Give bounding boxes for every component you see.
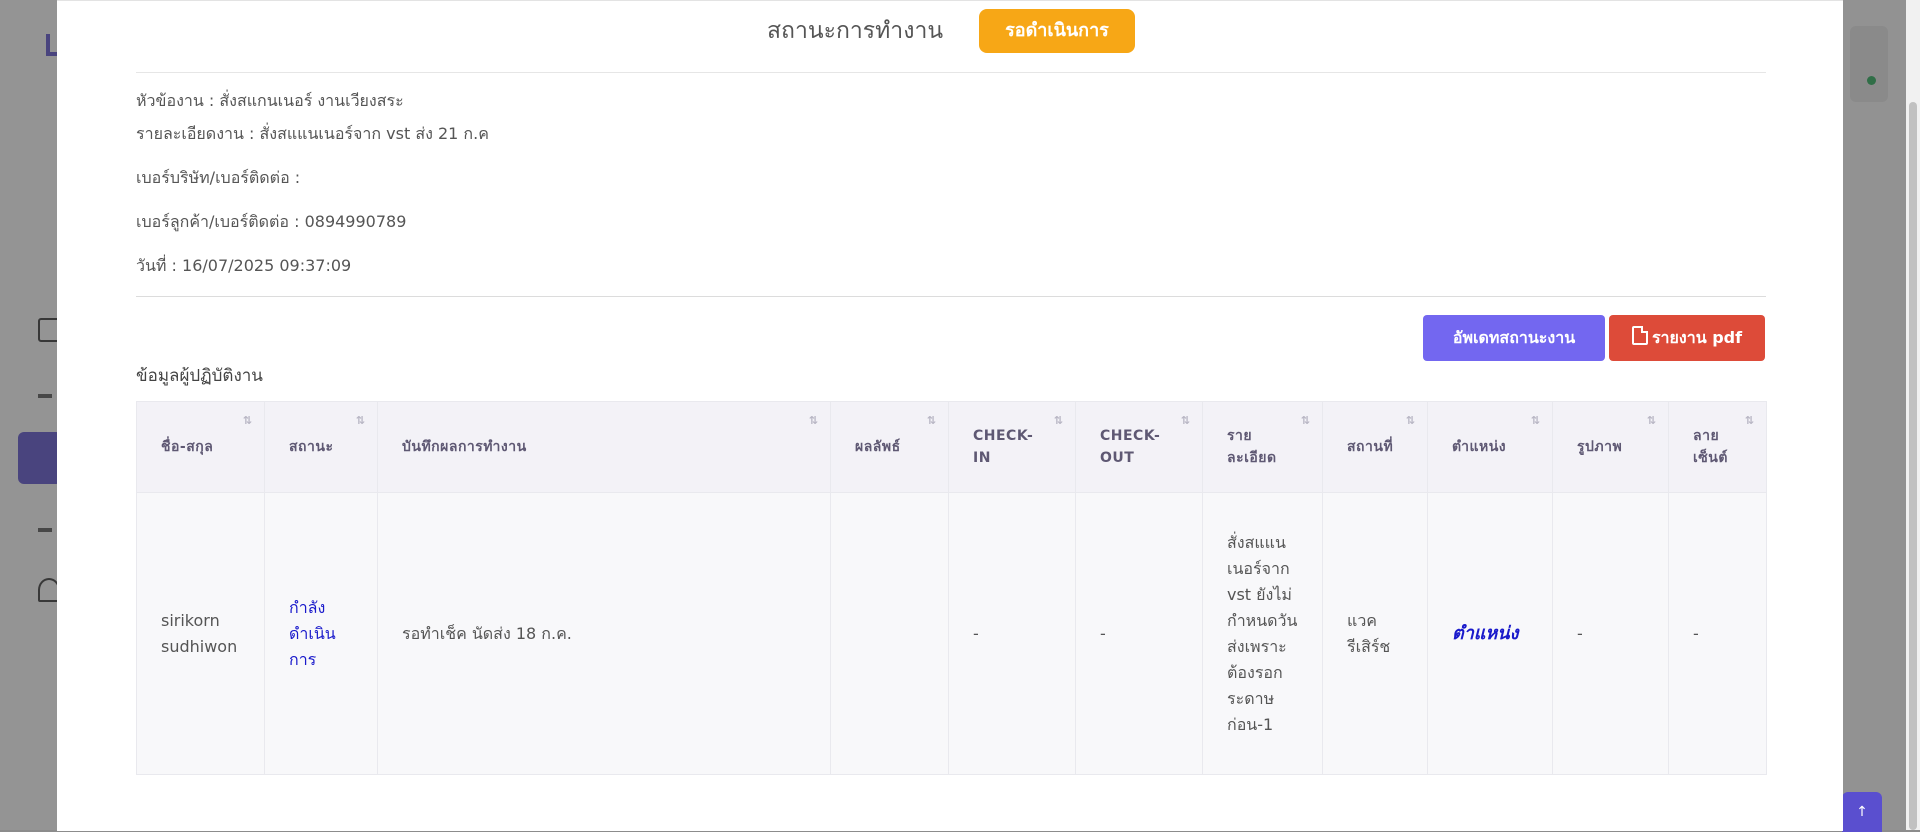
customer-phone-value: 0894990789 (304, 212, 407, 231)
sort-arrows-icon[interactable]: ⇅ (1531, 415, 1542, 426)
cell-image: - (1552, 492, 1669, 775)
sort-arrows-icon[interactable]: ⇅ (356, 415, 367, 426)
cell-check-in: - (948, 492, 1076, 775)
pdf-file-icon (1631, 326, 1648, 345)
column-label: สถานที่ (1347, 439, 1394, 455)
status-badge: รอดำเนินการ (979, 9, 1135, 53)
sort-arrows-icon[interactable]: ⇅ (1745, 415, 1756, 426)
update-status-button[interactable]: อัพเดทสถานะงาน (1423, 315, 1605, 361)
column-label: บันทึกผลการทำงาน (402, 439, 527, 455)
sort-arrows-icon[interactable]: ⇅ (1406, 415, 1417, 426)
topic-row: หัวข้องาน : สั่งสแกนเนอร์ งานเวียงสระ (136, 89, 404, 114)
sort-arrows-icon[interactable]: ⇅ (1647, 415, 1658, 426)
worker-status: กำลังดำเนินการ (289, 597, 336, 669)
sort-arrows-icon[interactable]: ⇅ (1054, 415, 1065, 426)
pdf-report-button[interactable]: รายงาน pdf (1609, 315, 1765, 361)
cell-result (830, 492, 949, 775)
sort-arrows-icon[interactable]: ⇅ (1181, 415, 1192, 426)
sort-arrows-icon[interactable]: ⇅ (243, 415, 254, 426)
date-row: วันที่ : 16/07/2025 09:37:09 (136, 254, 351, 279)
column-label: ตำแหน่ง (1452, 439, 1507, 455)
divider (136, 72, 1766, 73)
detail-value: สั่งสแแนเนอร์จาก vst ส่ง 21 ก.ค (259, 124, 489, 143)
pdf-report-label: รายงาน pdf (1651, 328, 1743, 347)
company-phone-row: เบอร์บริษัท/เบอร์ติดต่อ : (136, 166, 300, 191)
column-header[interactable]: รายละเอียด ⇅ (1202, 401, 1323, 493)
column-header[interactable]: ลายเซ็นต์ ⇅ (1668, 401, 1767, 493)
date-value: 16/07/2025 09:37:09 (182, 256, 352, 275)
column-header[interactable]: CHECK-IN ⇅ (948, 401, 1076, 493)
customer-phone-label: เบอร์ลูกค้า/เบอร์ติดต่อ : (136, 212, 300, 231)
column-label: รายละเอียด (1227, 428, 1277, 466)
update-status-label: อัพเดทสถานะงาน (1452, 328, 1576, 347)
position-link[interactable]: ตำแหน่ง (1452, 623, 1518, 644)
column-header[interactable]: สถานที่ ⇅ (1322, 401, 1428, 493)
scrollbar[interactable] (1906, 0, 1920, 830)
column-label: สถานะ (289, 439, 334, 455)
column-header[interactable]: สถานะ ⇅ (264, 401, 378, 493)
customer-phone-row: เบอร์ลูกค้า/เบอร์ติดต่อ : 0894990789 (136, 210, 406, 235)
detail-label: รายละเอียดงาน : (136, 124, 255, 143)
section-title: ข้อมูลผู้ปฏิบัติงาน (136, 366, 263, 386)
date-label: วันที่ : (136, 256, 177, 275)
status-title: สถานะการทำงาน (767, 18, 944, 44)
detail-row: รายละเอียดงาน : สั่งสแแนเนอร์จาก vst ส่ง… (136, 122, 489, 147)
cell-detail: สั่งสแแนเนอร์จาก vst ยังไม่กำหนดวันส่งเพ… (1202, 492, 1323, 775)
job-detail-modal: สถานะการทำงาน รอดำเนินการ หัวข้องาน : สั… (57, 0, 1843, 831)
cell-position: ตำแหน่ง (1427, 492, 1553, 775)
column-header[interactable]: ผลลัพธ์ ⇅ (830, 401, 949, 493)
column-label: รูปภาพ (1577, 439, 1623, 455)
cell-location: แวค รีเสิร์ช (1322, 492, 1428, 775)
table-header-row: ชื่อ-สกุล ⇅ สถานะ ⇅ บันทึกผลการทำงาน ⇅ ผลลั… (136, 401, 1767, 493)
table-row: sirikorn sudhiwon กำลังดำเนินการ รอทำเช็… (136, 492, 1767, 775)
column-label: CHECK-IN (973, 428, 1034, 466)
column-header[interactable]: บันทึกผลการทำงาน ⇅ (377, 401, 831, 493)
column-header[interactable]: ชื่อ-สกุล ⇅ (136, 401, 265, 493)
worker-table: ชื่อ-สกุล ⇅ สถานะ ⇅ บันทึกผลการทำงาน ⇅ ผลลั… (136, 401, 1767, 775)
column-label: ลายเซ็นต์ (1693, 428, 1728, 466)
status-header: สถานะการทำงาน รอดำเนินการ (57, 1, 1843, 73)
cell-signature: - (1668, 492, 1767, 775)
cell-log: รอทำเช็ค นัดส่ง 18 ก.ค. (377, 492, 831, 775)
company-phone-label: เบอร์บริษัท/เบอร์ติดต่อ : (136, 168, 301, 187)
column-label: CHECK-OUT (1100, 428, 1161, 466)
sort-arrows-icon[interactable]: ⇅ (927, 415, 938, 426)
column-label: ผลลัพธ์ (855, 439, 901, 455)
sort-arrows-icon[interactable]: ⇅ (809, 415, 820, 426)
column-header[interactable]: ตำแหน่ง ⇅ (1427, 401, 1553, 493)
topic-label: หัวข้องาน : (136, 91, 215, 110)
scrollbar-thumb[interactable] (1909, 102, 1917, 830)
cell-check-out: - (1075, 492, 1203, 775)
column-header[interactable]: CHECK-OUT ⇅ (1075, 401, 1203, 493)
cell-name: sirikorn sudhiwon (136, 492, 265, 775)
arrow-up-icon[interactable]: ↑ (1842, 792, 1882, 832)
column-label: ชื่อ-สกุล (161, 439, 214, 455)
column-header[interactable]: รูปภาพ ⇅ (1552, 401, 1669, 493)
sort-arrows-icon[interactable]: ⇅ (1301, 415, 1312, 426)
topic-value: สั่งสแกนเนอร์ งานเวียงสระ (219, 91, 404, 110)
cell-status: กำลังดำเนินการ (264, 492, 378, 775)
divider (136, 296, 1766, 297)
